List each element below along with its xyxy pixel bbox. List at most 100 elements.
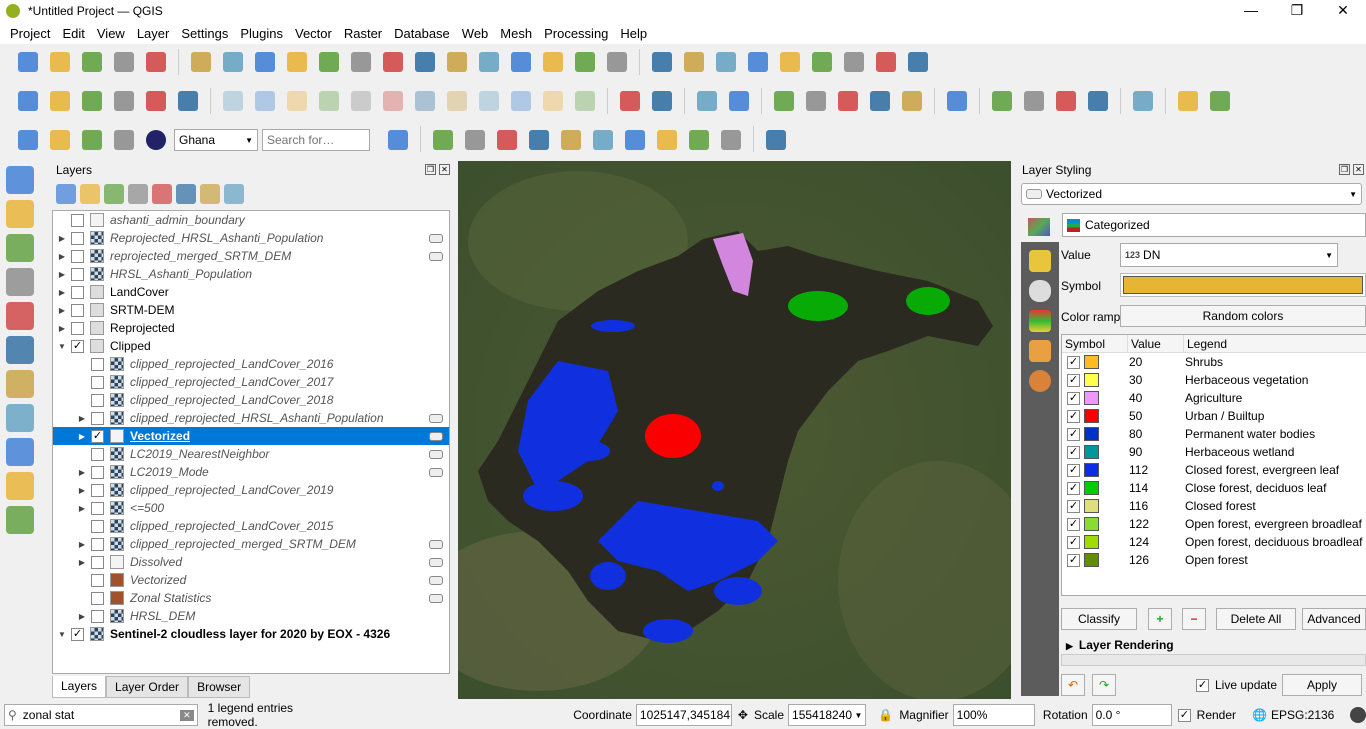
expand-arrow-icon[interactable]: ▶ [57, 270, 67, 279]
coordinate-field[interactable]: 1025147,345184 [635, 704, 732, 726]
profile-tool-icon[interactable] [384, 126, 412, 154]
layer-visibility-checkbox[interactable] [91, 483, 104, 497]
delete-icon[interactable] [411, 87, 439, 115]
edit-icon[interactable] [251, 87, 279, 115]
layer-item[interactable]: ▶ Reprojected [53, 319, 449, 337]
expand-all-icon[interactable] [176, 184, 196, 204]
float-panel-icon[interactable]: ❐ [425, 164, 436, 175]
layer-indicator-icon[interactable] [429, 593, 443, 603]
add-virtual-layer-icon[interactable] [6, 336, 34, 364]
statistics-icon[interactable] [712, 48, 740, 76]
category-color-swatch[interactable] [1084, 463, 1099, 477]
print-layout-icon[interactable] [142, 48, 170, 76]
save-icon[interactable] [283, 87, 311, 115]
pin-label-icon[interactable] [693, 87, 721, 115]
value-column-header[interactable]: Value [1128, 335, 1184, 352]
layer-visibility-checkbox[interactable] [71, 303, 84, 317]
georeferencer-icon[interactable] [1052, 87, 1080, 115]
legend-column-header[interactable]: Legend [1184, 335, 1366, 352]
layer-item[interactable]: ▶ reprojected_merged_SRTM_DEM [53, 247, 449, 265]
menu-web[interactable]: Web [456, 26, 495, 41]
add-wcs-icon[interactable] [6, 472, 34, 500]
layer-visibility-checkbox[interactable] [71, 267, 84, 281]
node-icon[interactable] [379, 87, 407, 115]
show-bookmarks-icon[interactable] [539, 48, 567, 76]
category-color-swatch[interactable] [1084, 481, 1099, 495]
layer-item[interactable]: ▶ <=500 [53, 499, 449, 517]
layer-visibility-checkbox[interactable] [91, 465, 104, 479]
masks-tab-icon[interactable] [1029, 280, 1051, 302]
expand-arrow-icon[interactable]: ▶ [77, 486, 87, 495]
category-color-swatch[interactable] [1084, 499, 1099, 513]
layer-visibility-checkbox[interactable] [71, 285, 84, 299]
curve-icon[interactable] [762, 126, 790, 154]
zoom-native-icon[interactable] [411, 48, 439, 76]
plugin-1-icon[interactable] [1174, 87, 1202, 115]
copy-icon[interactable] [475, 87, 503, 115]
menu-vector[interactable]: Vector [289, 26, 338, 41]
layer-tree[interactable]: ashanti_admin_boundary ▶ Reprojected_HRSL_… [52, 210, 450, 674]
layer-icon[interactable] [621, 126, 649, 154]
osm-search-icon[interactable] [429, 126, 457, 154]
select-features-icon[interactable] [14, 126, 42, 154]
layer-indicator-icon[interactable] [429, 467, 443, 477]
redo-icon[interactable] [571, 87, 599, 115]
classify-button[interactable]: Classify [1061, 608, 1137, 630]
crs-globe-icon[interactable]: 🌐 [1252, 708, 1267, 722]
geocoder-icon[interactable] [1020, 87, 1048, 115]
show-label-icon[interactable] [725, 87, 753, 115]
category-row[interactable]: ✓ 80 Permanent water bodies [1062, 425, 1366, 443]
layer-item[interactable]: Zonal Statistics [53, 589, 449, 607]
remove-category-icon[interactable]: − [1182, 608, 1206, 630]
save-as-icon[interactable] [110, 48, 138, 76]
category-color-swatch[interactable] [1084, 409, 1099, 423]
label-tool-5-icon[interactable] [898, 87, 926, 115]
tab-layer-order[interactable]: Layer Order [106, 676, 189, 698]
spy-icon[interactable] [1084, 87, 1112, 115]
map-canvas[interactable] [458, 161, 1011, 699]
category-color-swatch[interactable] [1084, 445, 1099, 459]
category-color-swatch[interactable] [1084, 373, 1099, 387]
layer-item[interactable]: ▼ ✓ Clipped [53, 337, 449, 355]
category-checkbox[interactable]: ✓ [1067, 427, 1080, 441]
layer-visibility-checkbox[interactable] [91, 357, 104, 371]
layer-visibility-checkbox[interactable] [71, 321, 84, 335]
menu-edit[interactable]: Edit [56, 26, 90, 41]
georef-icon[interactable] [589, 126, 617, 154]
add-delimited-text-icon[interactable] [6, 268, 34, 296]
apply-button[interactable]: Apply [1282, 674, 1362, 696]
open-folder-icon[interactable] [557, 126, 585, 154]
category-checkbox[interactable]: ✓ [1067, 481, 1080, 495]
topology-checker-icon[interactable] [988, 87, 1016, 115]
layer-visibility-checkbox[interactable] [71, 213, 84, 227]
add-wms-icon[interactable] [6, 404, 34, 432]
vertex-tool-icon[interactable] [174, 87, 202, 115]
quick-map-services-icon[interactable] [461, 126, 489, 154]
add-ring-icon[interactable] [315, 87, 343, 115]
layer-item[interactable]: ▶ HRSL_DEM [53, 607, 449, 625]
info-icon[interactable] [717, 126, 745, 154]
history-tab-icon[interactable] [1029, 370, 1051, 392]
category-row[interactable]: ✓ 30 Herbaceous vegetation [1062, 371, 1366, 389]
layer-indicator-icon[interactable] [429, 251, 443, 261]
category-checkbox[interactable]: ✓ [1067, 517, 1080, 531]
add-spatialite-icon[interactable] [6, 302, 34, 330]
3d-view-tab-icon[interactable] [1029, 310, 1051, 332]
measure-icon[interactable] [808, 48, 836, 76]
zoom-out-icon[interactable] [283, 48, 311, 76]
new-layer-icon[interactable] [46, 87, 74, 115]
refresh-icon[interactable] [603, 48, 631, 76]
horizontal-scrollbar[interactable] [1061, 654, 1366, 666]
messages-icon[interactable] [1350, 707, 1366, 723]
pan-icon[interactable] [187, 48, 215, 76]
style-manager-icon[interactable] [56, 184, 76, 204]
extents-toggle-icon[interactable]: ✥ [738, 708, 748, 722]
collapse-arrow-icon[interactable]: ▼ [57, 630, 67, 639]
layer-item[interactable]: clipped_reprojected_LandCover_2017 [53, 373, 449, 391]
zoom-last-icon[interactable] [443, 48, 471, 76]
add-category-icon[interactable]: + [1148, 608, 1172, 630]
temporal-controller-icon[interactable] [571, 48, 599, 76]
category-row[interactable]: ✓ 40 Agriculture [1062, 389, 1366, 407]
expand-arrow-icon[interactable]: ▶ [77, 468, 87, 477]
select-by-attribute-icon[interactable] [78, 126, 106, 154]
